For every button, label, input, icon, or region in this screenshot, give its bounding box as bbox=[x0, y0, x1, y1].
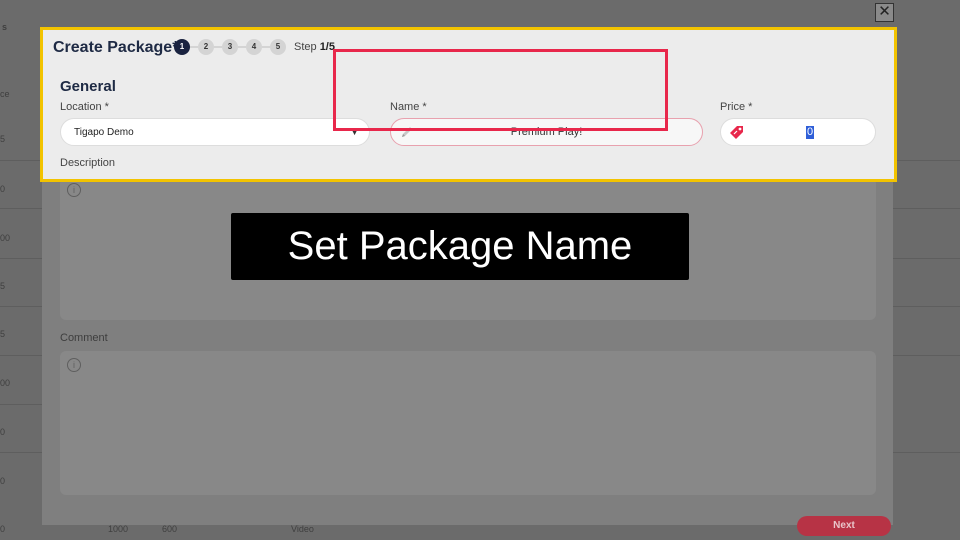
bg-bottom-value: 600 bbox=[162, 524, 178, 534]
step-connector bbox=[238, 46, 246, 48]
step-1[interactable]: 1 bbox=[174, 39, 190, 55]
bg-row-value: 0 bbox=[0, 476, 6, 486]
stepper: 1 2 3 4 5 Step 1/5 bbox=[174, 39, 335, 55]
bg-row-value: 5 bbox=[0, 281, 6, 291]
section-title: General bbox=[60, 78, 116, 95]
step-4[interactable]: 4 bbox=[246, 39, 262, 55]
bg-divider bbox=[893, 258, 960, 259]
info-icon: i bbox=[67, 358, 81, 372]
price-value: 0 bbox=[806, 126, 815, 139]
bg-divider bbox=[0, 452, 42, 453]
location-select[interactable]: Tigapo Demo ▼ bbox=[60, 118, 370, 146]
price-label: Price * bbox=[720, 101, 753, 113]
bg-divider bbox=[0, 208, 42, 209]
location-value: Tigapo Demo bbox=[74, 127, 134, 138]
step-3[interactable]: 3 bbox=[222, 39, 238, 55]
bg-row-value: 0 bbox=[0, 184, 6, 194]
step-prefix: Step bbox=[294, 41, 320, 53]
step-2[interactable]: 2 bbox=[198, 39, 214, 55]
close-icon[interactable]: ✕ bbox=[875, 3, 894, 22]
bg-divider bbox=[893, 452, 960, 453]
step-connector bbox=[190, 46, 198, 48]
bg-row-value: 0 bbox=[0, 427, 6, 437]
bg-row-value: 00 bbox=[0, 378, 11, 388]
step-connector bbox=[214, 46, 222, 48]
bg-divider bbox=[893, 208, 960, 209]
comment-textarea[interactable]: i bbox=[60, 351, 876, 495]
bg-divider bbox=[893, 355, 960, 356]
location-label: Location * bbox=[60, 101, 109, 113]
bg-divider bbox=[0, 355, 42, 356]
step-5[interactable]: 5 bbox=[270, 39, 286, 55]
step-indicator: Step 1/5 bbox=[294, 41, 335, 53]
description-label: Description bbox=[60, 157, 116, 169]
tutorial-caption: Set Package Name bbox=[231, 213, 689, 280]
bg-row-value: 0 bbox=[0, 524, 6, 534]
next-button[interactable]: Next bbox=[797, 516, 891, 536]
bg-bottom-value: Video bbox=[291, 524, 314, 534]
bg-header-label: ce bbox=[0, 89, 10, 99]
bg-divider bbox=[0, 306, 42, 307]
name-field-highlight bbox=[333, 49, 668, 131]
bg-row-value: 5 bbox=[0, 134, 6, 144]
modal-title: Create Package* bbox=[53, 39, 179, 56]
comment-label: Comment bbox=[60, 332, 108, 344]
bg-divider bbox=[0, 258, 42, 259]
tag-icon bbox=[730, 126, 743, 139]
bg-divider bbox=[0, 404, 42, 405]
price-input[interactable]: 0 bbox=[720, 118, 876, 146]
bg-top-label: s bbox=[2, 22, 8, 32]
bg-divider bbox=[893, 160, 960, 161]
bg-divider bbox=[0, 160, 42, 161]
bg-bottom-value: 1000 bbox=[108, 524, 129, 534]
info-icon: i bbox=[67, 183, 81, 197]
bg-row-value: 00 bbox=[0, 233, 11, 243]
bg-row-value: 5 bbox=[0, 329, 6, 339]
step-connector bbox=[262, 46, 270, 48]
bg-divider bbox=[893, 306, 960, 307]
